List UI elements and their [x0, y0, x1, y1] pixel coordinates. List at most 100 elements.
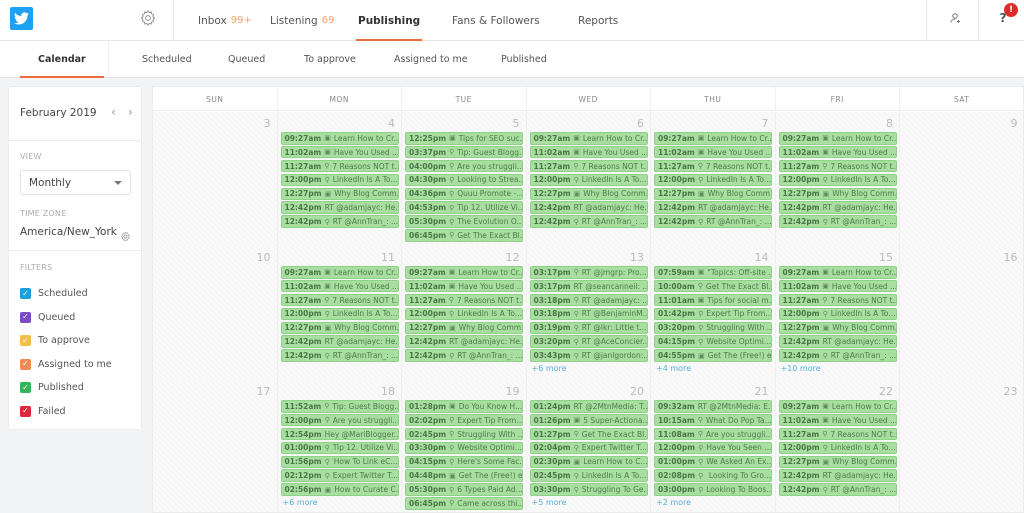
more-posts-link[interactable]: +4 more: [654, 364, 772, 373]
scheduled-post[interactable]: 12:27pm ▣ Why Blog Comm...: [778, 187, 897, 201]
scheduled-post[interactable]: 03:43pm ⚲ RT @janlgordon:...: [529, 349, 648, 362]
calendar-day-cell[interactable]: 4 09:27am ▣ Learn How to Cr... 11:02am ▣ Have …: [277, 112, 402, 246]
tab-queued[interactable]: Queued: [228, 41, 265, 78]
scheduled-post[interactable]: 03:20pm ⚲ RT @AceConcier...: [529, 335, 648, 348]
calendar-day-cell[interactable]: 23: [900, 380, 1023, 512]
scheduled-post[interactable]: 02:56pm ▣ How to Curate C...: [280, 483, 399, 496]
more-posts-link[interactable]: +2 more: [654, 498, 772, 507]
scheduled-post[interactable]: 12:00pm ⚲ LinkedIn Is A To...: [405, 307, 523, 321]
tab-to-approve[interactable]: To approve: [304, 41, 356, 78]
scheduled-post[interactable]: 12:42pm RT @adamjayc: He...: [405, 335, 523, 348]
scheduled-post[interactable]: 02:45pm ⚲ LinkedIn Is A To...: [529, 469, 648, 482]
scheduled-post[interactable]: 12:27pm ▣ Why Blog Comm...: [778, 455, 897, 469]
calendar-day-cell[interactable]: 14 07:59am ▣ "Topics: Off-site ... 10:00am ⚲ G…: [651, 246, 776, 380]
scheduled-post[interactable]: 11:27am ⚲ 7 Reasons NOT t...: [405, 293, 523, 307]
add-user-icon[interactable]: [946, 8, 966, 28]
calendar-day-cell[interactable]: 17: [153, 380, 278, 512]
scheduled-post[interactable]: 11:52am ⚲ Tip: Guest Blogg...: [280, 400, 399, 413]
more-posts-link[interactable]: +5 more: [530, 498, 648, 507]
scheduled-post[interactable]: 03:20pm ⚲ Struggling With ...: [654, 321, 772, 335]
scheduled-post[interactable]: 11:27am ⚲ 7 Reasons NOT t...: [529, 159, 648, 173]
scheduled-post[interactable]: 12:00pm ⚲ LinkedIn Is A To...: [280, 307, 399, 321]
scheduled-post[interactable]: 01:00pm ⚲ Tip 12. Utilize Vi...: [280, 441, 399, 455]
scheduled-post[interactable]: 02:08pm ⚲ Looking To Gro...: [654, 469, 772, 482]
scheduled-post[interactable]: 03:37pm ⚲ Tip: Guest Blogg...: [405, 145, 523, 159]
scheduled-post[interactable]: 12:42pm RT @adamjayc: He...: [280, 335, 399, 348]
filter-queued[interactable]: ✓ Queued: [20, 311, 75, 323]
calendar-day-cell[interactable]: 12 09:27am ▣ Learn How to Cr... 11:02am ▣ Have…: [402, 246, 527, 380]
calendar-day-cell[interactable]: 6 09:27am ▣ Learn How to Cr... 11:02am ▣ Have …: [526, 112, 651, 246]
scheduled-post[interactable]: 11:08am ⚲ Are you struggli...: [654, 427, 772, 441]
scheduled-post[interactable]: 12:42pm ⚲ RT @AnnTran_: ...: [778, 215, 897, 228]
tab-calendar[interactable]: Calendar: [20, 41, 104, 78]
scheduled-post[interactable]: 09:27am ▣ Learn How to Cr...: [280, 132, 399, 145]
scheduled-post[interactable]: 12:27pm ▣ Why Blog Comm...: [280, 187, 399, 201]
calendar-day-cell[interactable]: 10: [153, 246, 278, 380]
checkbox-checked-icon[interactable]: ✓: [20, 288, 31, 299]
checkbox-checked-icon[interactable]: ✓: [20, 382, 31, 393]
calendar-day-cell[interactable]: 18 11:52am ⚲ Tip: Guest Blogg... 12:00pm ⚲ Are…: [277, 380, 402, 512]
filter-scheduled[interactable]: ✓ Scheduled: [20, 288, 88, 299]
scheduled-post[interactable]: 12:42pm ⚲ RT @AnnTran_: ...: [405, 349, 523, 362]
scheduled-post[interactable]: 11:27am ⚲ 7 Reasons NOT t...: [778, 159, 897, 173]
scheduled-post[interactable]: 02:45pm ⚲ Struggling With ...: [405, 427, 523, 441]
scheduled-post[interactable]: 04:15pm ⚲ Website Optimi...: [654, 335, 772, 348]
scheduled-post[interactable]: 09:27am ▣ Learn How to Cr...: [529, 132, 648, 145]
scheduled-post[interactable]: 04:48pm ▣ Get The (Free!) e...: [405, 469, 523, 482]
calendar-day-cell[interactable]: 9: [900, 112, 1023, 246]
more-posts-link[interactable]: +6 more: [281, 498, 399, 507]
tab-published[interactable]: Published: [501, 41, 547, 78]
checkbox-checked-icon[interactable]: ✓: [20, 311, 31, 323]
scheduled-post[interactable]: 12:00pm ⚲ LinkedIn Is A To...: [778, 441, 897, 455]
more-posts-link[interactable]: +10 more: [779, 364, 897, 373]
tab-assigned-to-me[interactable]: Assigned to me: [394, 41, 468, 78]
scheduled-post[interactable]: 09:27am ▣ Learn How to Cr...: [778, 266, 897, 279]
scheduled-post[interactable]: 11:02am ▣ Have You Used ...: [778, 279, 897, 293]
scheduled-post[interactable]: 12:00pm ⚲ LinkedIn Is A To...: [654, 173, 772, 187]
scheduled-post[interactable]: 12:42pm RT @adamjayc: He...: [280, 201, 399, 214]
scheduled-post[interactable]: 06:45pm ⚲ Get The Exact Bl...: [405, 229, 523, 242]
scheduled-post[interactable]: 03:17pm ⚲ RT @jmgrp: Pro...: [529, 266, 648, 279]
scheduled-post[interactable]: 12:27pm ▣ Why Blog Comm...: [529, 187, 648, 201]
scheduled-post[interactable]: 04:36pm ⚲ Quuu Promote -...: [405, 187, 523, 201]
prev-month-chevron-left-icon[interactable]: ‹: [111, 105, 116, 119]
scheduled-post[interactable]: 11:27am ⚲ 7 Reasons NOT t...: [778, 427, 897, 441]
scheduled-post[interactable]: 12:00pm ⚲ LinkedIn Is A To...: [280, 173, 399, 187]
scheduled-post[interactable]: 12:42pm ⚲ RT @AnnTran_: ...: [280, 215, 399, 228]
scheduled-post[interactable]: 02:12pm ⚲ Expert Twitter T...: [280, 469, 399, 482]
scheduled-post[interactable]: 12:42pm ⚲ RT @AnnTran_: ...: [529, 215, 648, 228]
scheduled-post[interactable]: 11:27am ⚲ 7 Reasons NOT t...: [280, 159, 399, 173]
scheduled-post[interactable]: 03:17pm RT @seancanneil: ...: [529, 279, 648, 293]
scheduled-post[interactable]: 11:01am ▣ Tips for social m...: [654, 293, 772, 307]
more-posts-link[interactable]: +6 more: [530, 364, 648, 373]
calendar-day-cell[interactable]: 21 09:32am RT @2MtnMedia: E... 10:15am ⚲ What…: [651, 380, 776, 512]
scheduled-post[interactable]: 10:00am ⚲ Get The Exact Bl...: [654, 279, 772, 293]
calendar-day-cell[interactable]: 8 09:27am ▣ Learn How to Cr... 11:02am ▣ Have …: [775, 112, 900, 246]
next-month-chevron-right-icon[interactable]: ›: [128, 105, 133, 119]
scheduled-post[interactable]: 01:27pm ⚲ Get The Exact Bl...: [529, 427, 648, 441]
filter-published[interactable]: ✓ Published: [20, 382, 84, 393]
scheduled-post[interactable]: 09:27am ▣ Learn How to Cr...: [654, 132, 772, 145]
scheduled-post[interactable]: 10:15am ⚲ What Do Pop Ta...: [654, 413, 772, 427]
scheduled-post[interactable]: 03:18pm ⚲ RT @adamjayc: ...: [529, 293, 648, 307]
view-select[interactable]: Monthly: [20, 170, 131, 195]
scheduled-post[interactable]: 11:27am ⚲ 7 Reasons NOT t...: [654, 159, 772, 173]
scheduled-post[interactable]: 05:30pm ⚲ 6 Types Paid Ad...: [405, 483, 523, 496]
scheduled-post[interactable]: 11:02am ▣ Have You Used ...: [778, 145, 897, 159]
scheduled-post[interactable]: 01:28pm ▣ Do You Know H...: [405, 400, 523, 413]
scheduled-post[interactable]: 11:02am ▣ Have You Used ...: [280, 145, 399, 159]
checkbox-checked-icon[interactable]: ✓: [20, 405, 31, 417]
scheduled-post[interactable]: 01:00pm ⚲ We Asked An Ex...: [654, 455, 772, 469]
calendar-day-cell[interactable]: 20 01:24pm RT @2MtnMedia: T... 01:26pm ▣ 5 Su…: [526, 380, 651, 512]
nav-listening[interactable]: Listening 69: [270, 0, 334, 41]
scheduled-post[interactable]: 12:00pm ⚲ Have You Seen ...: [654, 441, 772, 455]
scheduled-post[interactable]: 03:30pm ⚲ Website Optimi...: [405, 441, 523, 455]
nav-reports[interactable]: Reports: [578, 0, 618, 41]
calendar-day-cell[interactable]: 13 03:17pm ⚲ RT @jmgrp: Pro... 03:17pm RT @se…: [526, 246, 651, 380]
nav-publishing[interactable]: Publishing: [355, 0, 423, 41]
calendar-day-cell[interactable]: 15 09:27am ▣ Learn How to Cr... 11:02am ▣ Have…: [775, 246, 900, 380]
scheduled-post[interactable]: 02:04pm ⚲ Expert Twitter T...: [529, 441, 648, 455]
calendar-day-cell[interactable]: 7 09:27am ▣ Learn How to Cr... 11:02am ▣ Have …: [651, 112, 776, 246]
scheduled-post[interactable]: 01:56pm ⚲ How To Link eC...: [280, 455, 399, 469]
scheduled-post[interactable]: 09:27am ▣ Learn How to Cr...: [405, 266, 523, 279]
